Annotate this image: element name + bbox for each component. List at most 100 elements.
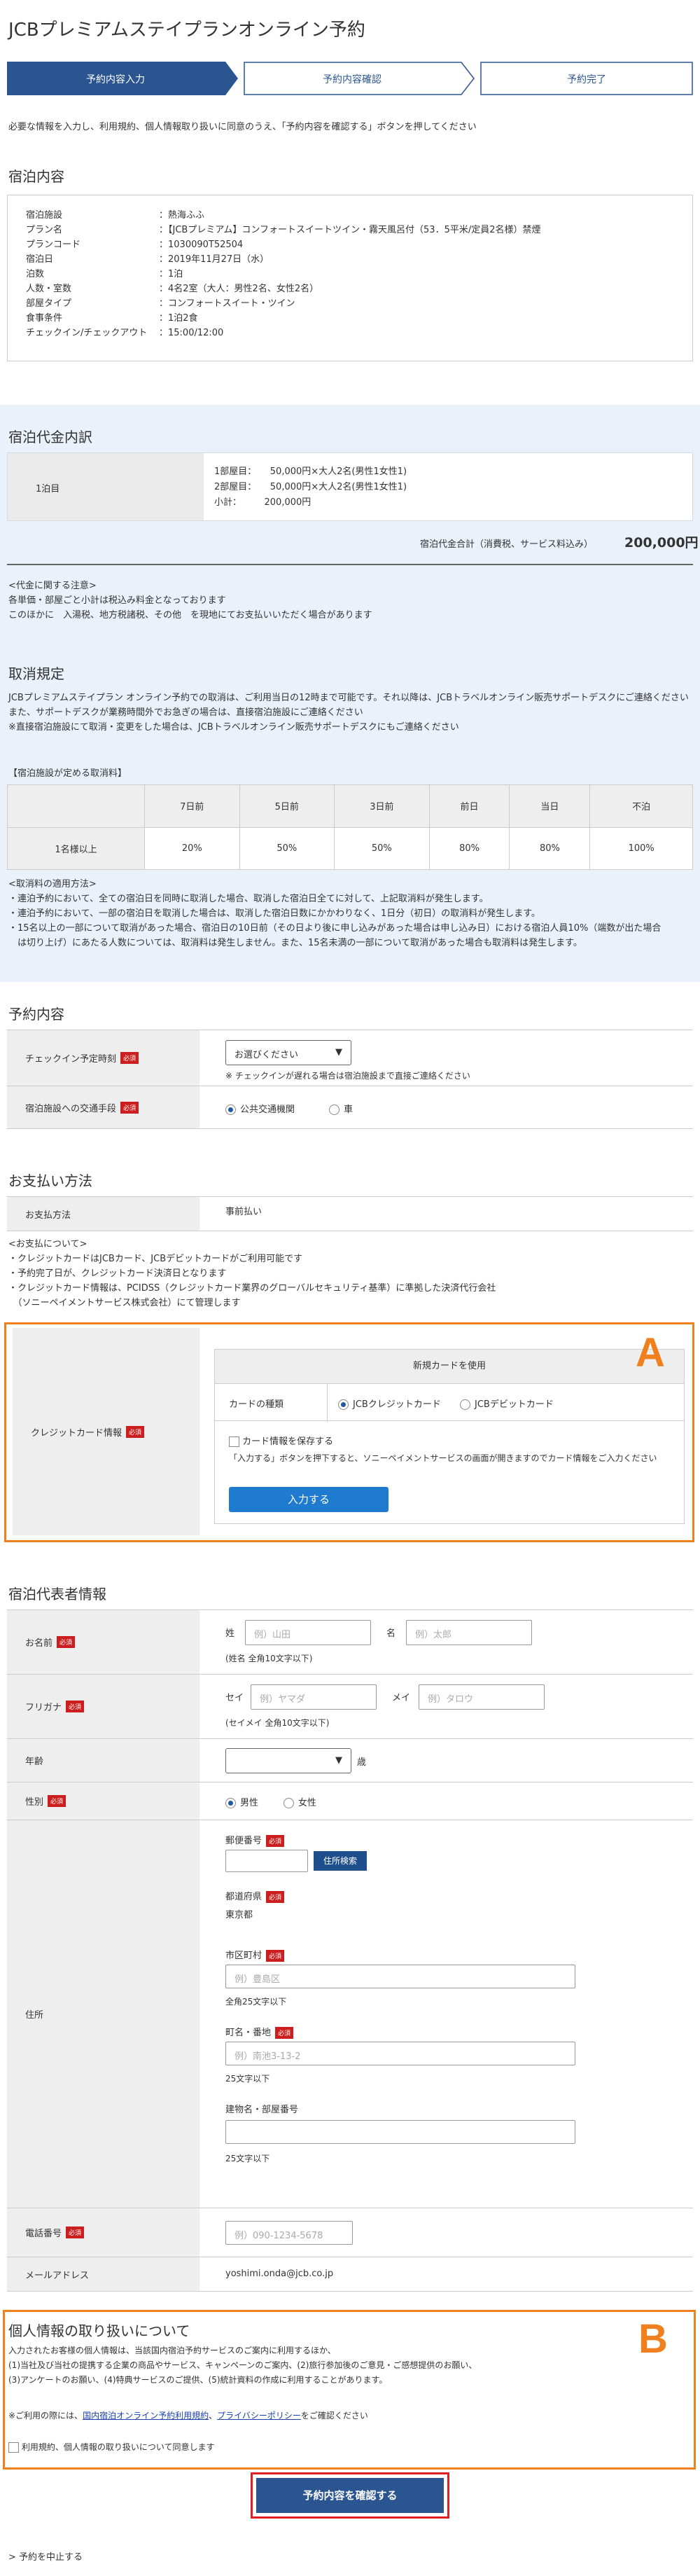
building-note: 25文字以下 — [225, 2154, 270, 2163]
street-label: 町名・番地 必須 — [225, 2025, 294, 2039]
agree-label: 利用規約、個人情報の取り扱いについて同意します — [21, 2442, 215, 2452]
note-line: ・予約完了日が、クレジットカード決済日となります — [8, 1268, 227, 1279]
note-line: ・クレジットカード情報は、PCIDSS（クレジットカード業界のグローバルセキュリ… — [8, 1283, 496, 1294]
cancel-cell: 80% — [428, 826, 510, 870]
stay-key: 部屋タイプ — [26, 298, 72, 309]
transport-label: 宿泊施設への交通手段 必須 — [7, 1086, 200, 1128]
name-note: (姓名 全角10文字以下) — [225, 1654, 313, 1663]
fee-lines: 1部屋目： 50,000円×大人2名(男性1女性1) 2部屋目： 50,000円… — [214, 464, 407, 511]
rule-line: <取消料の適用方法> — [8, 879, 97, 889]
annotation-label-b: B — [638, 2316, 668, 2362]
checkbox-icon — [8, 2442, 19, 2453]
link-separator: 、 — [209, 2411, 218, 2421]
rule-line: ・15名以上の一部について取消があった場合、宿泊日の10日前（その日より後に申し… — [8, 923, 662, 934]
stay-value: ：1030090T52504 — [159, 240, 244, 250]
checkin-select[interactable]: お選びください ▼ — [225, 1040, 351, 1065]
step-3-label: 予約完了 — [567, 74, 606, 85]
step-2: 予約内容確認 — [244, 62, 475, 95]
address-search-button[interactable]: 住所検索 — [314, 1851, 367, 1871]
privacy-line: (3)アンケートのお願い、(4)特典サービスのご提供、(5)統計資料の作成に利用… — [8, 2375, 388, 2385]
terms-link[interactable]: 国内宿泊オンライン予約利用規約 — [83, 2411, 209, 2421]
zip-input[interactable] — [225, 1850, 308, 1872]
building-input[interactable] — [225, 2120, 575, 2144]
reservation-section-title: 予約内容 — [8, 1006, 64, 1023]
cancel-header: 前日 — [428, 784, 510, 828]
zip-label-text: 郵便番号 — [225, 1836, 262, 1846]
fee-line: 小計： 200,000円 — [214, 497, 312, 508]
checkin-row: チェックイン予定時刻 必須 お選びください ▼ ※ チェックインが遅れる場合は宿泊施… — [7, 1030, 693, 1086]
cancel-line: JCBプレミアムステイプラン オンライン予約での取消は、ご利用当日の12時まで可… — [8, 693, 689, 703]
phone-input[interactable]: 例）090-1234-5678 — [225, 2221, 353, 2245]
cancel-header: 不泊 — [589, 784, 693, 828]
payment-method-label: お支払方法 — [7, 1197, 200, 1231]
mei-kana-label: メイ — [392, 1693, 411, 1703]
stay-key: チェックイン/チェックアウト — [26, 328, 148, 338]
email-value: yoshimi.onda@jcb.co.jp — [225, 2269, 334, 2279]
cancel-reservation-link[interactable]: > 予約を中止する — [8, 2549, 83, 2563]
cancel-rules: <取消料の適用方法> ・連泊予約において、全ての宿泊日を同時に取消した場合、取消… — [8, 877, 694, 950]
cancel-header: 3日前 — [334, 784, 430, 828]
agree-checkbox[interactable]: 利用規約、個人情報の取り扱いについて同意します — [8, 2441, 214, 2453]
pref-label: 都道府県 必須 — [225, 1889, 285, 1903]
required-badge: 必須 — [48, 1795, 66, 1807]
chevron-right-icon: > — [8, 2552, 20, 2563]
sei-kana-label: セイ — [225, 1693, 244, 1703]
cancel-table-title: 【宿泊施設が定める取消料】 — [8, 768, 127, 779]
transport-public-radio[interactable]: 公共交通機関 — [225, 1102, 295, 1115]
cancel-header: 当日 — [509, 784, 591, 828]
cancel-section-title: 取消規定 — [8, 665, 64, 682]
age-select[interactable]: ▼ — [225, 1748, 351, 1773]
stay-key: 人数・室数 — [26, 284, 72, 294]
city-label: 市区町村 必須 — [225, 1948, 285, 1962]
stay-key: 食事条件 — [26, 313, 63, 324]
kana-row: フリガナ 必須 セイ 例）ヤマダ メイ 例）タロウ (セイメイ 全角10文字以下) — [7, 1674, 693, 1738]
confirm-reservation-button[interactable]: 予約内容を確認する — [256, 2478, 444, 2513]
cancel-header: 7日前 — [144, 784, 240, 828]
cancel-cell: 20% — [144, 826, 240, 870]
cancel-fee-table: 7日前 5日前 3日前 前日 当日 不泊 1名様以上 20% 50% 50% 8… — [7, 784, 693, 870]
name-label: お名前 必須 — [7, 1610, 200, 1674]
radio-icon — [284, 1798, 294, 1808]
gender-male-radio[interactable]: 男性 — [225, 1795, 258, 1808]
email-row: メールアドレス yoshimi.onda@jcb.co.jp — [7, 2257, 693, 2292]
cancel-line: ※直接宿泊施設にて取消・変更をした場合は、JCBトラベルオンライン販売サポートデ… — [8, 722, 459, 733]
kana-note: (セイメイ 全角10文字以下) — [225, 1718, 330, 1728]
last-name-kana-input[interactable]: 例）ヤマダ — [251, 1684, 377, 1710]
radio-selected-icon — [225, 1105, 236, 1115]
city-input[interactable]: 例）豊島区 — [225, 1965, 575, 1988]
privacy-policy-link[interactable]: プライバシーポリシー — [217, 2411, 301, 2421]
rule-line: ・連泊予約において、一部の宿泊日を取消した場合は、取消した宿泊日数にかかわりなく… — [8, 908, 540, 919]
address-label: 住所 — [7, 1820, 200, 2208]
option-label: 男性 — [240, 1798, 259, 1808]
radio-selected-icon — [225, 1798, 236, 1808]
transport-row: 宿泊施設への交通手段 必須 公共交通機関 車 — [7, 1086, 693, 1129]
cancel-cell: 50% — [239, 826, 335, 870]
first-name-kana-input[interactable]: 例）タロウ — [419, 1684, 545, 1710]
chevron-down-icon: ▼ — [335, 1755, 342, 1766]
stay-value: ：熱海ふふ — [159, 210, 205, 221]
option-label: 車 — [344, 1105, 354, 1115]
last-name-input[interactable]: 例）山田 — [245, 1620, 371, 1645]
cancel-cell: 1名様以上 — [7, 826, 145, 870]
fee-line: 1部屋目： 50,000円×大人2名(男性1女性1) — [214, 466, 407, 477]
first-name-input[interactable]: 例）太郎 — [406, 1620, 532, 1645]
required-badge: 必須 — [266, 1891, 285, 1903]
mei-label: 名 — [386, 1628, 396, 1639]
required-badge: 必須 — [275, 2027, 294, 2039]
pref-label-text: 都道府県 — [225, 1892, 262, 1902]
zip-label: 郵便番号 必須 — [225, 1833, 285, 1847]
chevron-down-icon: ▼ — [335, 1047, 342, 1058]
gender-female-radio[interactable]: 女性 — [284, 1795, 316, 1808]
street-note: 25文字以下 — [225, 2074, 270, 2084]
step-1-label: 予約内容入力 — [86, 74, 145, 85]
transport-car-radio[interactable]: 車 — [329, 1102, 353, 1115]
street-input[interactable]: 例）南池3-13-2 — [225, 2042, 575, 2065]
privacy-line: (1)当社及び当社の提携する企業の商品やサービス、キャンペーンのご案内、(2)旅… — [8, 2360, 477, 2370]
progress-steps: 予約内容入力 予約内容確認 予約完了 — [7, 62, 693, 95]
privacy-link-suffix: をご確認ください — [300, 2411, 368, 2421]
building-label: 建物名・部屋番号 — [225, 2105, 299, 2115]
address-row: 住所 郵便番号 必須 住所検索 都道府県 必須 東京都 市区町村 必須 例）豊島区 全… — [7, 1820, 693, 2208]
option-label: 公共交通機関 — [240, 1105, 295, 1115]
fee-section-title: 宿泊代金内訳 — [8, 429, 92, 445]
note-line: このほかに 入湯税、地方税諸税、その他 を現地にてお支払いいただく場合があります — [8, 610, 372, 621]
